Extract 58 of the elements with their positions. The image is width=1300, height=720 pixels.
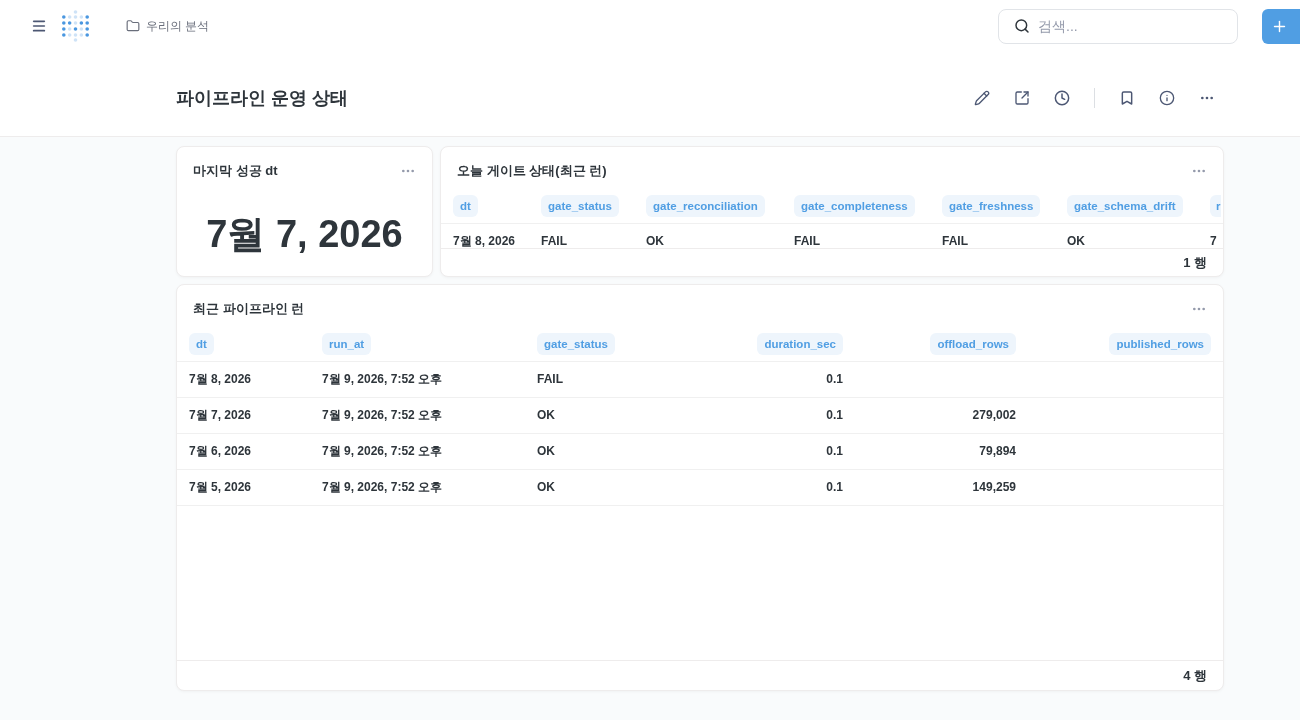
bookmark-icon[interactable]: [1119, 90, 1135, 106]
table-cell: 7월 9, 2026, 7:52 오후: [322, 480, 443, 494]
scalar-value: 7월 7, 2026: [206, 214, 403, 253]
table-cell: 7월 7, 2026: [189, 408, 252, 422]
table-cell: OK: [646, 234, 664, 248]
table-cell: FAIL: [794, 234, 820, 248]
card-title: 마지막 성공 dt: [193, 162, 278, 180]
table-cell: 0.1: [826, 408, 843, 422]
info-icon[interactable]: [1159, 90, 1175, 106]
table-cell: 0.1: [826, 444, 843, 458]
column-header[interactable]: gate_reconciliation: [646, 195, 765, 217]
table-cell: 7월 6, 2026: [189, 444, 252, 458]
table-cell: 7월 9, 2026, 7:52 오후: [322, 372, 443, 386]
column-header[interactable]: r: [1210, 195, 1222, 217]
table-cell: 149,259: [972, 480, 1016, 494]
table-cell: 7월 5, 2026: [189, 480, 252, 494]
table-cell: FAIL: [537, 372, 563, 386]
table-cell: OK: [537, 408, 555, 422]
table-cell: FAIL: [942, 234, 968, 248]
table-cell: 79,894: [979, 444, 1016, 458]
search-icon: [1014, 17, 1030, 34]
dashboard-title: 파이프라인 운영 상태: [176, 87, 348, 110]
table-cell: 7월 9, 2026, 7:52 오후: [322, 444, 443, 458]
table-cell: FAIL: [541, 234, 567, 248]
logo-icon[interactable]: [62, 10, 89, 42]
row-count: 4 행: [1183, 666, 1207, 685]
table-cell: 279,002: [972, 408, 1016, 422]
table-cell: OK: [537, 444, 555, 458]
search-field[interactable]: 검색...: [998, 8, 1238, 44]
folder-icon: [126, 19, 140, 33]
column-header[interactable]: duration_sec: [757, 333, 843, 355]
column-header[interactable]: offload_rows: [930, 333, 1016, 355]
card-title: 오늘 게이트 상태(최근 런): [457, 162, 607, 180]
share-icon[interactable]: [1014, 90, 1030, 106]
card-title: 최근 파이프라인 런: [193, 300, 305, 318]
menu-icon[interactable]: [31, 18, 47, 34]
table-cell: 0.1: [826, 372, 843, 386]
pencil-icon[interactable]: [974, 90, 990, 106]
column-header[interactable]: published_rows: [1109, 333, 1211, 355]
column-header[interactable]: gate_schema_drift: [1067, 195, 1183, 217]
column-header[interactable]: gate_status: [537, 333, 615, 355]
column-header[interactable]: gate_completeness: [794, 195, 915, 217]
row-count: 1 행: [1183, 253, 1207, 272]
column-header[interactable]: dt: [189, 333, 214, 355]
table-cell: 0.1: [826, 480, 843, 494]
table-cell: 7: [1210, 234, 1217, 248]
table-cell: 7월 8, 2026: [189, 372, 252, 386]
table-cell: 7월 9, 2026, 7:52 오후: [322, 408, 443, 422]
table-cell: OK: [537, 480, 555, 494]
column-header[interactable]: gate_status: [541, 195, 619, 217]
clock-icon[interactable]: [1054, 90, 1070, 106]
add-button[interactable]: [1262, 8, 1300, 44]
table-cell: OK: [1067, 234, 1085, 248]
column-header[interactable]: dt: [453, 195, 478, 217]
breadcrumb-link[interactable]: 우리의 분석: [126, 17, 210, 35]
table-cell: 7월 8, 2026: [453, 234, 516, 248]
column-header[interactable]: run_at: [322, 333, 372, 355]
column-header[interactable]: gate_freshness: [942, 195, 1041, 217]
